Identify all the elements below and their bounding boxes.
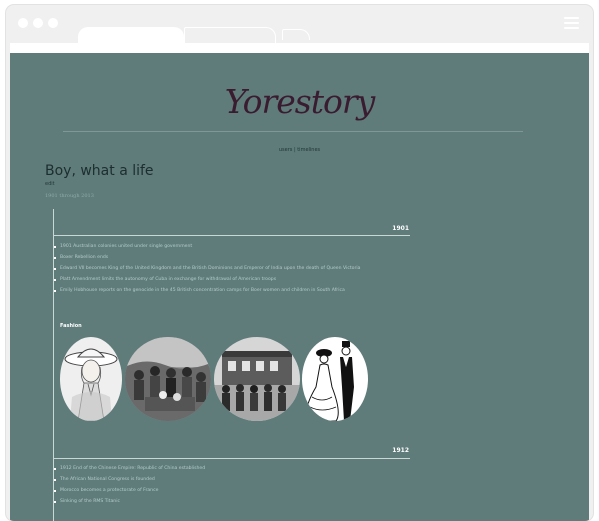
event-list: 1901 Australian colonies united under si…: [54, 244, 409, 299]
event-item: Sinking of the RMS Titanic: [54, 499, 409, 505]
event-item: Boxer Rebellion ends: [54, 255, 409, 261]
event-item: 1912 End of the Chinese Empire: Republic…: [54, 466, 409, 472]
browser-content: Yorestory users | timelines Boy, what a …: [10, 43, 589, 521]
year-heading: 1901: [392, 225, 409, 232]
browser-window: Yorestory users | timelines Boy, what a …: [6, 5, 593, 521]
fashion-photo-woman-in-hat[interactable]: [60, 337, 122, 421]
fashion-photo-group[interactable]: [214, 337, 300, 421]
header-divider: [63, 131, 523, 132]
browser-new-tab[interactable]: [282, 29, 310, 40]
page-title: Boy, what a life: [45, 163, 154, 179]
event-item: The African National Congress is founded: [54, 477, 409, 483]
window-close-dot[interactable]: [18, 18, 28, 28]
event-item: Morocco becomes a protectorate of France: [54, 488, 409, 494]
event-list: 1912 End of the Chinese Empire: Republic…: [54, 466, 409, 510]
fashion-illustration-couple[interactable]: [302, 337, 368, 421]
edit-link[interactable]: edit: [45, 181, 55, 187]
year-heading: 1912: [392, 447, 409, 454]
fashion-photo-crowd[interactable]: [125, 337, 211, 421]
window-maximize-dot[interactable]: [48, 18, 58, 28]
year-divider: [53, 235, 410, 236]
category-label: Fashion: [60, 323, 82, 329]
event-item: 1901 Australian colonies united under si…: [54, 244, 409, 250]
event-item: Emily Hobhouse reports on the genocide i…: [54, 288, 409, 294]
site-logo[interactable]: Yorestory: [10, 82, 589, 121]
browser-menu-icon[interactable]: [564, 17, 579, 32]
event-item: Edward VII becomes King of the United Ki…: [54, 266, 409, 272]
year-divider: [53, 458, 410, 459]
site-nav[interactable]: users | timelines: [10, 147, 589, 153]
date-range: 1901 through 2013: [45, 193, 94, 199]
timeline-page: Yorestory users | timelines Boy, what a …: [10, 53, 589, 521]
window-minimize-dot[interactable]: [33, 18, 43, 28]
event-item: Platt Amendment limits the autonomy of C…: [54, 277, 409, 283]
